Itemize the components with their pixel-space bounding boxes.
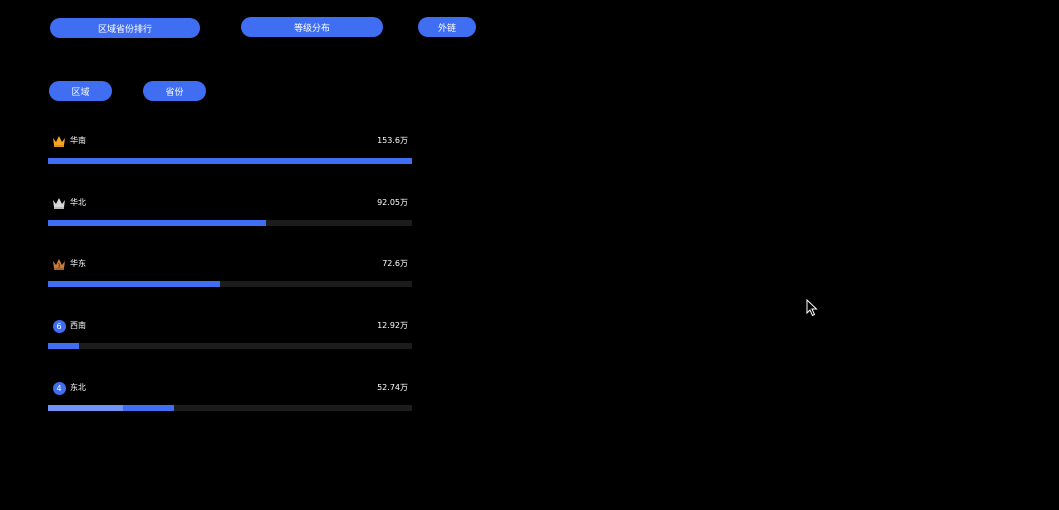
progress-fill xyxy=(48,343,79,349)
ranking-name: 华东 xyxy=(70,259,86,268)
ranking-row: 华北 92.05万 xyxy=(48,196,412,236)
ranking-value: 12.92万 xyxy=(377,321,408,330)
tab-external-links[interactable]: 外链 xyxy=(418,17,476,37)
tab-region-rank[interactable]: 区域省份排行 xyxy=(50,18,200,38)
progress-track xyxy=(48,281,412,287)
ranking-name: 华北 xyxy=(70,198,86,207)
ranking-row: 4 东北 52.74万 xyxy=(48,381,412,421)
gold-crown-icon xyxy=(52,134,66,148)
silver-crown-icon xyxy=(52,196,66,210)
ranking-value: 52.74万 xyxy=(377,383,408,392)
bronze-crown-icon: 3 xyxy=(52,257,66,271)
progress-fill-animated xyxy=(48,405,123,411)
subtab-province[interactable]: 省份 xyxy=(143,81,206,101)
ranking-value: 153.6万 xyxy=(377,136,408,145)
rank-badge-icon: 6 xyxy=(52,319,66,333)
rank-badge: 4 xyxy=(52,381,66,395)
rank-badge-icon: 4 xyxy=(52,381,66,395)
progress-track xyxy=(48,343,412,349)
ranking-row: 6 西南 12.92万 xyxy=(48,319,412,359)
progress-fill xyxy=(48,220,266,226)
progress-track xyxy=(48,220,412,226)
ranking-name: 华南 xyxy=(70,136,86,145)
rank-badge: 6 xyxy=(52,319,66,333)
progress-track xyxy=(48,405,412,411)
progress-track xyxy=(48,158,412,164)
ranking-value: 92.05万 xyxy=(377,198,408,207)
ranking-value: 72.6万 xyxy=(382,259,408,268)
tab-level-distribution[interactable]: 等级分布 xyxy=(241,17,383,37)
ranking-name: 西南 xyxy=(70,321,86,330)
progress-fill xyxy=(48,281,220,287)
subtab-region[interactable]: 区域 xyxy=(49,81,112,101)
mouse-cursor-icon xyxy=(806,299,818,317)
ranking-name: 东北 xyxy=(70,383,86,392)
ranking-row: 3 华东 72.6万 xyxy=(48,257,412,297)
ranking-row: 华南 153.6万 xyxy=(48,134,412,174)
svg-text:3: 3 xyxy=(57,264,60,270)
progress-fill xyxy=(48,158,412,164)
